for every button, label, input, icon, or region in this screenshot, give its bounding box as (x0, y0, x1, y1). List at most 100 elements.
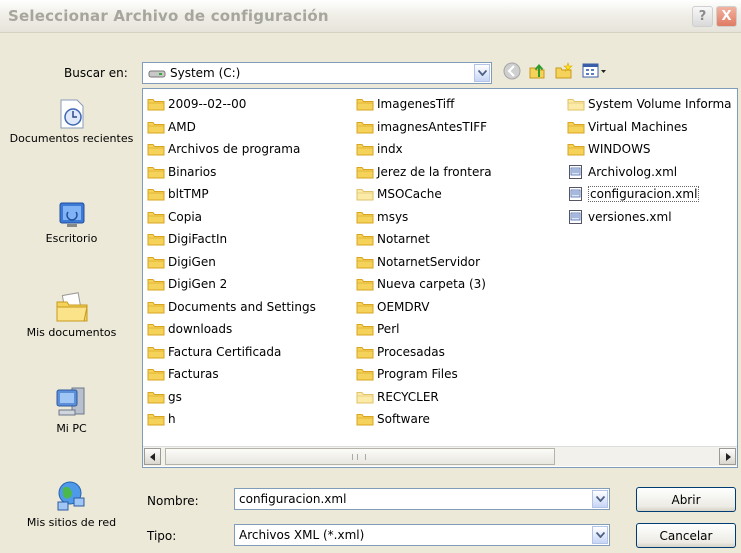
back-icon[interactable] (503, 62, 521, 80)
folder-item[interactable]: Copia (147, 206, 316, 229)
folder-item[interactable]: Factura Certificada (147, 341, 316, 364)
arrow-right-icon (725, 452, 731, 461)
lookin-value: System (C:) (170, 66, 241, 80)
folder-icon (356, 166, 374, 179)
item-label: Software (377, 412, 430, 427)
folder-item[interactable]: Jerez de la frontera (356, 161, 492, 184)
open-button[interactable]: Abrir (636, 487, 736, 512)
folder-icon (356, 301, 374, 314)
item-label: Procesadas (377, 344, 445, 359)
lookin-dropdown-button[interactable] (474, 64, 490, 82)
folder-item[interactable]: msys (356, 206, 492, 229)
title-bar[interactable]: Seleccionar Archivo de configuración ? X (0, 0, 741, 33)
file-item[interactable]: configuracion.xml (567, 183, 731, 206)
folder-icon (147, 121, 165, 134)
place-recent-documents[interactable]: Documentos recientes (5, 98, 138, 145)
folder-item[interactable]: OEMDRV (356, 296, 492, 319)
folder-item[interactable]: 2009--02--00 (147, 93, 316, 116)
item-label: Jerez de la frontera (377, 164, 492, 179)
folder-item[interactable]: RECYCLER (356, 386, 492, 409)
scroll-thumb[interactable] (165, 448, 555, 465)
folder-item[interactable]: downloads (147, 318, 316, 341)
folder-icon (147, 189, 165, 201)
folder-item[interactable]: System Volume Informa (567, 93, 731, 116)
folder-item[interactable]: gs (147, 386, 316, 409)
folder-item[interactable]: bltTMP (147, 183, 316, 206)
folder-icon (147, 324, 165, 336)
folder-item[interactable]: WINDOWS (567, 138, 731, 161)
item-label: downloads (168, 322, 233, 337)
folder-item[interactable]: DigiFactIn (147, 228, 316, 251)
item-label: versiones.xml (588, 209, 672, 224)
filetype-value: Archivos XML (*.xml) (239, 528, 365, 542)
views-menu-icon[interactable] (582, 62, 608, 80)
close-button[interactable]: X (716, 6, 737, 27)
item-label: Archivolog.xml (588, 164, 678, 179)
item-label: RECYCLER (377, 389, 439, 404)
folder-item[interactable]: Nueva carpeta (3) (356, 273, 492, 296)
xml-file-icon (569, 209, 582, 224)
folder-icon (356, 144, 374, 156)
folder-item[interactable]: Notarnet (356, 228, 492, 251)
place-my-computer[interactable]: Mi PC (5, 384, 138, 435)
folder-item[interactable]: Archivos de programa (147, 138, 316, 161)
folder-item[interactable]: ImagenesTiff (356, 93, 492, 116)
folder-icon (147, 346, 165, 359)
folder-item[interactable]: indx (356, 138, 492, 161)
scroll-right-button[interactable] (719, 448, 736, 465)
folder-item[interactable]: Perl (356, 318, 492, 341)
item-label: OEMDRV (377, 299, 430, 314)
place-desktop[interactable]: Escritorio (5, 200, 138, 245)
help-button[interactable]: ? (692, 6, 713, 27)
lookin-combo[interactable]: System (C:) (142, 62, 492, 84)
item-label: configuracion.xml (588, 186, 700, 203)
folder-item[interactable]: h (147, 408, 316, 431)
scroll-left-button[interactable] (144, 448, 161, 465)
item-label: Perl (377, 322, 400, 337)
item-label: Program Files (377, 367, 458, 382)
horizontal-scrollbar[interactable] (143, 446, 737, 466)
chevron-down-icon (595, 532, 605, 538)
folder-item[interactable]: AMD (147, 116, 316, 139)
hard-drive-icon (148, 70, 166, 78)
xml-file-icon (569, 164, 582, 179)
item-label: 2009--02--00 (168, 97, 247, 112)
filetype-dropdown-button[interactable] (592, 526, 608, 544)
filename-dropdown-button[interactable] (592, 490, 608, 508)
my-computer-icon (56, 387, 84, 416)
up-folder-icon[interactable] (528, 62, 546, 80)
folder-item[interactable]: DigiGen (147, 251, 316, 274)
folder-icon (356, 189, 374, 201)
item-label: Archivos de programa (168, 142, 301, 157)
folder-item[interactable]: DigiGen 2 (147, 273, 316, 296)
item-label: System Volume Informa (588, 97, 732, 112)
folder-item[interactable]: Binarios (147, 161, 316, 184)
file-list[interactable]: 2009--02--00 AMD Archivos de programa Binar… (142, 88, 738, 468)
file-column-1: 2009--02--00 AMD Archivos de programa Binar… (147, 93, 316, 431)
xml-file-icon (569, 187, 582, 202)
new-folder-icon[interactable] (554, 62, 574, 80)
folder-item[interactable]: NotarnetServidor (356, 251, 492, 274)
folder-item[interactable]: MSOCache (356, 183, 492, 206)
filetype-combo[interactable]: Archivos XML (*.xml) (234, 524, 610, 546)
place-network[interactable]: Mis sitios de red (5, 478, 138, 529)
folder-item[interactable]: Program Files (356, 363, 492, 386)
item-label: msys (377, 209, 409, 224)
folder-item[interactable]: Software (356, 408, 492, 431)
file-item[interactable]: versiones.xml (567, 206, 731, 229)
filename-combo[interactable]: configuracion.xml (234, 488, 610, 510)
folder-icon (147, 144, 165, 156)
folder-icon (567, 99, 585, 111)
folder-item[interactable]: Documents and Settings (147, 296, 316, 319)
cancel-button[interactable]: Cancelar (636, 523, 736, 548)
folder-item[interactable]: Facturas (147, 363, 316, 386)
arrow-left-icon (149, 452, 155, 461)
folder-item[interactable]: Virtual Machines (567, 116, 731, 139)
place-my-documents[interactable]: Mis documentos (5, 290, 138, 339)
folder-icon (147, 391, 165, 404)
window-title: Seleccionar Archivo de configuración (8, 7, 329, 25)
folder-icon (147, 99, 165, 111)
folder-item[interactable]: imagnesAntesTIFF (356, 116, 492, 139)
folder-item[interactable]: Procesadas (356, 341, 492, 364)
file-item[interactable]: Archivolog.xml (567, 161, 731, 184)
